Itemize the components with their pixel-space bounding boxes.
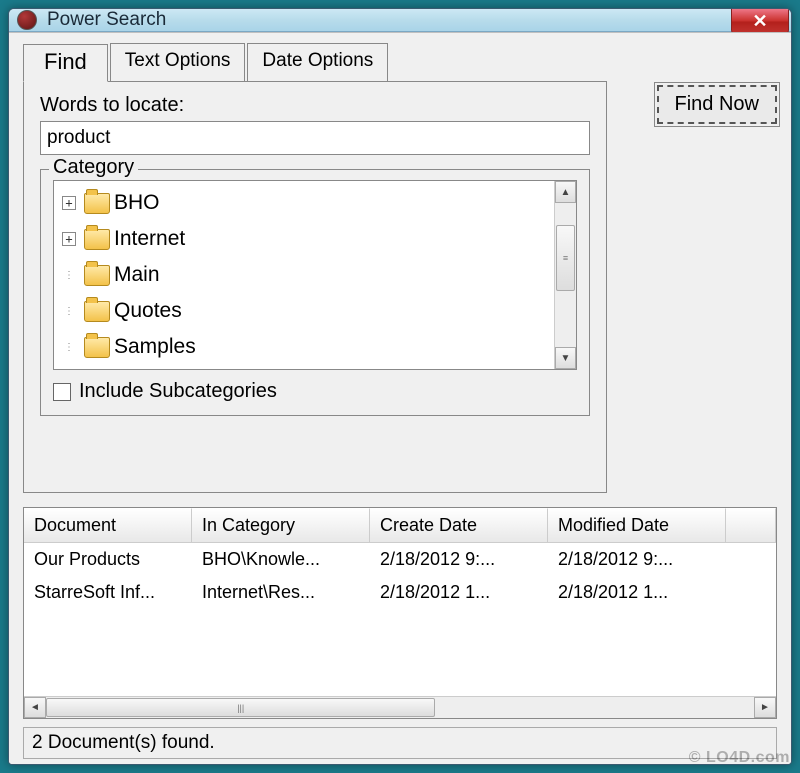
- col-spacer: [726, 508, 776, 542]
- cell-in_category: Internet\Res...: [192, 576, 370, 609]
- results-body: Our ProductsBHO\Knowle...2/18/2012 9:...…: [24, 543, 776, 696]
- cell-in_category: BHO\Knowle...: [192, 543, 370, 576]
- titlebar: Power Search ✕: [9, 9, 791, 32]
- tab-date-options[interactable]: Date Options: [247, 43, 388, 81]
- category-label: Category: [49, 156, 138, 179]
- tree-item[interactable]: ⋮ Samples: [58, 329, 550, 365]
- client-area: Find Text Options Date Options Words to …: [9, 32, 791, 765]
- scroll-down-icon[interactable]: ▼: [555, 347, 576, 369]
- results-grid: Document In Category Create Date Modifie…: [23, 507, 777, 719]
- status-text: 2 Document(s) found.: [32, 732, 215, 753]
- tree-scrollbar[interactable]: ▲ ≡ ▼: [554, 181, 576, 369]
- tree-item-label: Samples: [114, 335, 196, 359]
- include-subcategories-label: Include Subcategories: [79, 380, 277, 403]
- folder-icon: [84, 337, 110, 358]
- cell-modified_date: 2/18/2012 1...: [548, 576, 726, 609]
- scroll-right-icon[interactable]: ►: [754, 697, 776, 718]
- col-create-date[interactable]: Create Date: [370, 508, 548, 542]
- tabset: Find Text Options Date Options Words to …: [23, 43, 635, 493]
- find-now-button[interactable]: Find Now: [657, 85, 777, 124]
- col-in-category[interactable]: In Category: [192, 508, 370, 542]
- power-search-window: Power Search ✕ Find Text Options Date Op…: [8, 8, 792, 765]
- tree-item[interactable]: + BHO: [58, 185, 550, 221]
- table-row[interactable]: Our ProductsBHO\Knowle...2/18/2012 9:...…: [24, 543, 776, 576]
- scroll-left-icon[interactable]: ◄: [24, 697, 46, 718]
- window-title: Power Search: [47, 9, 166, 31]
- tab-text-options[interactable]: Text Options: [110, 43, 246, 81]
- results-header: Document In Category Create Date Modifie…: [24, 508, 776, 543]
- folder-icon: [84, 265, 110, 286]
- tree-item-label: BHO: [114, 191, 160, 215]
- close-icon: ✕: [752, 11, 767, 32]
- folder-icon: [84, 301, 110, 322]
- expand-icon[interactable]: +: [62, 232, 76, 246]
- tree-item[interactable]: ⋮ Quotes: [58, 293, 550, 329]
- col-document[interactable]: Document: [24, 508, 192, 542]
- col-modified-date[interactable]: Modified Date: [548, 508, 726, 542]
- cell-modified_date: 2/18/2012 9:...: [548, 543, 726, 576]
- tree-item-label: Quotes: [114, 299, 182, 323]
- folder-icon: [84, 193, 110, 214]
- app-icon: [17, 10, 37, 30]
- include-subcategories-checkbox[interactable]: [53, 383, 71, 401]
- words-to-locate-input[interactable]: [40, 121, 590, 155]
- table-row[interactable]: StarreSoft Inf...Internet\Res...2/18/201…: [24, 576, 776, 609]
- cell-document: StarreSoft Inf...: [24, 576, 192, 609]
- words-to-locate-label: Words to locate:: [40, 94, 590, 117]
- tree-item-label: Main: [114, 263, 160, 287]
- cell-create_date: 2/18/2012 9:...: [370, 543, 548, 576]
- cell-document: Our Products: [24, 543, 192, 576]
- folder-icon: [84, 229, 110, 250]
- category-group: Category + BHO+ Internet⋮ Main⋮ Quotes⋮ …: [40, 169, 590, 416]
- expand-icon[interactable]: +: [62, 196, 76, 210]
- tree-item[interactable]: ⋮ Main: [58, 257, 550, 293]
- tree-item-label: Internet: [114, 227, 185, 251]
- tab-find[interactable]: Find: [23, 44, 108, 82]
- scroll-thumb[interactable]: ≡: [556, 225, 575, 291]
- category-tree[interactable]: + BHO+ Internet⋮ Main⋮ Quotes⋮ Samples: [54, 181, 554, 369]
- find-panel: Words to locate: Category + BHO+ Interne…: [23, 81, 607, 493]
- results-hscrollbar[interactable]: ◄ ||| ►: [24, 696, 776, 718]
- scroll-up-icon[interactable]: ▲: [555, 181, 576, 203]
- watermark: © LO4D.com: [689, 749, 790, 767]
- tree-item[interactable]: + Internet: [58, 221, 550, 257]
- status-bar: 2 Document(s) found.: [23, 727, 777, 759]
- hscroll-thumb[interactable]: |||: [46, 698, 435, 717]
- cell-create_date: 2/18/2012 1...: [370, 576, 548, 609]
- include-subcategories-row: Include Subcategories: [53, 380, 577, 403]
